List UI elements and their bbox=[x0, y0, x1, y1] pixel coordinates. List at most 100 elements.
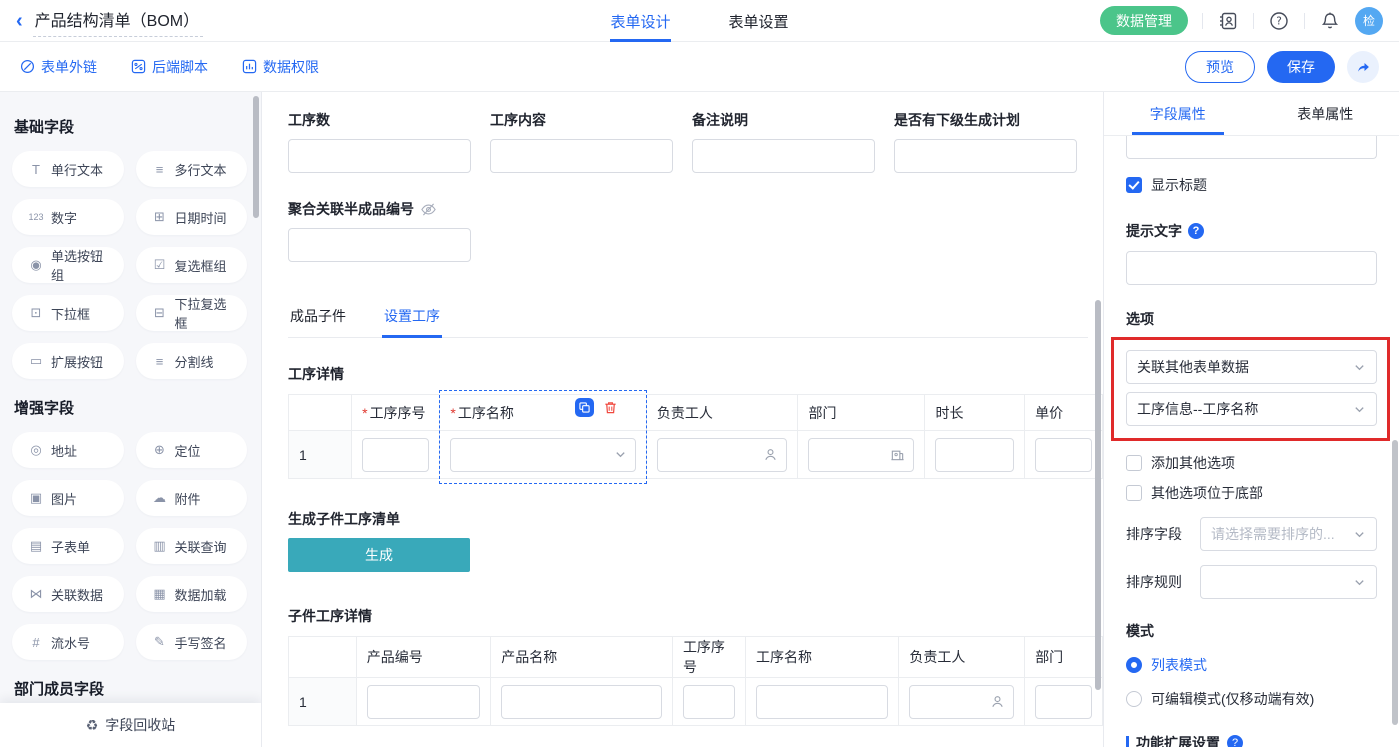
field-type-linked-data[interactable]: ⋈关联数据 bbox=[12, 576, 124, 612]
extension-help-icon[interactable]: ? bbox=[1227, 735, 1243, 747]
field-has-sub-plan[interactable]: 是否有下级生成计划 bbox=[894, 110, 1077, 173]
col-process-no[interactable]: 工序序号 bbox=[672, 637, 745, 678]
field-type-linked-query[interactable]: ▥关联查询 bbox=[136, 528, 248, 564]
field-process-count[interactable]: 工序数 bbox=[288, 110, 471, 173]
tab-set-process[interactable]: 设置工序 bbox=[382, 302, 442, 337]
field-type-attachment[interactable]: ☁附件 bbox=[136, 480, 248, 516]
other-option-bottom-checkbox[interactable]: 其他选项位于底部 bbox=[1126, 483, 1377, 503]
field-type-dropdown[interactable]: ⊡下拉框 bbox=[12, 295, 124, 331]
field-type-radio-group[interactable]: ◉单选按钮组 bbox=[12, 247, 124, 283]
bell-icon[interactable] bbox=[1319, 10, 1341, 32]
add-other-option-checkbox[interactable]: 添加其他选项 bbox=[1126, 453, 1377, 473]
copy-field-button[interactable] bbox=[575, 398, 594, 417]
hint-help-icon[interactable]: ? bbox=[1188, 223, 1204, 239]
field-type-datetime[interactable]: ⊞日期时间 bbox=[136, 199, 248, 235]
field-title-input-clipped[interactable] bbox=[1126, 136, 1377, 159]
worker-picker[interactable] bbox=[909, 685, 1014, 719]
col-process-name[interactable]: *工序名称 bbox=[440, 395, 646, 431]
col-process-name[interactable]: 工序名称 bbox=[745, 637, 898, 678]
preview-button[interactable]: 预览 bbox=[1185, 51, 1255, 83]
save-button[interactable]: 保存 bbox=[1267, 51, 1335, 83]
tab-form-design[interactable]: 表单设计 bbox=[610, 0, 670, 42]
col-product-code[interactable]: 产品编号 bbox=[356, 637, 490, 678]
back-icon[interactable]: ‹ bbox=[16, 11, 23, 31]
product-name-input[interactable] bbox=[501, 685, 662, 719]
col-worker[interactable]: 负责工人 bbox=[646, 395, 798, 431]
contact-book-icon[interactable] bbox=[1217, 10, 1239, 32]
user-avatar[interactable]: 检 bbox=[1355, 7, 1383, 35]
delete-field-button[interactable] bbox=[601, 398, 620, 417]
field-remark[interactable]: 备注说明 bbox=[692, 110, 875, 173]
option-source-select[interactable]: 关联其他表单数据 bbox=[1126, 350, 1377, 384]
tab-form-settings[interactable]: 表单设置 bbox=[729, 0, 789, 42]
col-department[interactable]: 部门 bbox=[798, 395, 925, 431]
field-type-extend-button[interactable]: ▭扩展按钮 bbox=[12, 343, 124, 379]
tab-form-properties[interactable]: 表单属性 bbox=[1252, 92, 1399, 135]
process-name-select[interactable] bbox=[450, 438, 635, 472]
form-external-link[interactable]: 表单外链 bbox=[20, 57, 97, 77]
sidebar-scrollbar[interactable] bbox=[253, 96, 259, 218]
field-type-address[interactable]: ◎地址 bbox=[12, 432, 124, 468]
address-icon: ◎ bbox=[26, 442, 46, 458]
chevron-down-icon bbox=[614, 448, 627, 461]
department-picker[interactable] bbox=[808, 438, 914, 472]
field-type-serial-number[interactable]: #流水号 bbox=[12, 624, 124, 660]
product-code-input[interactable] bbox=[367, 685, 480, 719]
field-recycle-bin[interactable]: ♻ 字段回收站 bbox=[0, 703, 261, 747]
checkbox-unchecked-icon bbox=[1126, 455, 1142, 471]
field-type-image[interactable]: ▣图片 bbox=[12, 480, 124, 516]
canvas-scrollbar[interactable] bbox=[1095, 300, 1101, 690]
panel-scrollbar[interactable] bbox=[1392, 440, 1398, 725]
col-unit-price[interactable]: 单价 bbox=[1025, 395, 1103, 431]
department-picker[interactable] bbox=[1035, 685, 1092, 719]
sort-rule-label: 排序规则 bbox=[1126, 572, 1188, 592]
person-icon bbox=[763, 447, 778, 462]
worker-picker[interactable] bbox=[657, 438, 788, 472]
field-type-number[interactable]: 123数字 bbox=[12, 199, 124, 235]
sort-rule-select[interactable] bbox=[1200, 565, 1377, 599]
sort-field-select[interactable]: 请选择需要排序的... bbox=[1200, 517, 1377, 551]
field-type-data-load[interactable]: ▦数据加载 bbox=[136, 576, 248, 612]
field-type-single-line-text[interactable]: T单行文本 bbox=[12, 151, 124, 187]
unit-price-input[interactable] bbox=[1035, 438, 1092, 472]
field-input[interactable] bbox=[894, 139, 1077, 173]
signature-icon: ✎ bbox=[150, 634, 170, 650]
col-department[interactable]: 部门 bbox=[1025, 637, 1103, 678]
backend-script-link[interactable]: 后端脚本 bbox=[131, 57, 208, 77]
generate-button[interactable]: 生成 bbox=[288, 538, 470, 572]
process-no-input[interactable] bbox=[362, 438, 429, 472]
field-type-multi-dropdown[interactable]: ⊟下拉复选框 bbox=[136, 295, 248, 331]
tab-finished-parts[interactable]: 成品子件 bbox=[288, 302, 348, 337]
field-input[interactable] bbox=[692, 139, 875, 173]
hint-text-input[interactable] bbox=[1126, 251, 1377, 285]
field-type-signature[interactable]: ✎手写签名 bbox=[136, 624, 248, 660]
mode-list-radio[interactable]: 列表模式 bbox=[1126, 655, 1377, 675]
data-permission-link[interactable]: 数据权限 bbox=[242, 57, 319, 77]
field-process-content[interactable]: 工序内容 bbox=[490, 110, 673, 173]
form-title[interactable]: 产品结构清单（BOM） bbox=[33, 5, 203, 37]
show-title-checkbox[interactable]: 显示标题 bbox=[1126, 175, 1377, 195]
field-input[interactable] bbox=[288, 139, 471, 173]
process-name-input[interactable] bbox=[756, 685, 888, 719]
col-duration[interactable]: 时长 bbox=[925, 395, 1025, 431]
field-type-location[interactable]: ⊕定位 bbox=[136, 432, 248, 468]
data-manage-button[interactable]: 数据管理 bbox=[1100, 6, 1188, 35]
option-field-select[interactable]: 工序信息--工序名称 bbox=[1126, 392, 1377, 426]
field-aggregate-code[interactable]: 聚合关联半成品编号 bbox=[288, 199, 471, 262]
tab-field-properties[interactable]: 字段属性 bbox=[1104, 92, 1252, 135]
field-type-multi-line-text[interactable]: ≡多行文本 bbox=[136, 151, 248, 187]
field-input[interactable] bbox=[490, 139, 673, 173]
share-button[interactable] bbox=[1347, 51, 1379, 83]
process-no-input[interactable] bbox=[683, 685, 735, 719]
col-process-no[interactable]: *工序序号 bbox=[352, 395, 440, 431]
col-worker[interactable]: 负责工人 bbox=[899, 637, 1025, 678]
duration-input[interactable] bbox=[935, 438, 1014, 472]
field-type-divider[interactable]: ≡分割线 bbox=[136, 343, 248, 379]
mode-editable-radio[interactable]: 可编辑模式(仅移动端有效) bbox=[1126, 689, 1377, 709]
field-type-subform[interactable]: ▤子表单 bbox=[12, 528, 124, 564]
col-product-name[interactable]: 产品名称 bbox=[491, 637, 673, 678]
field-type-label: 流水号 bbox=[51, 633, 90, 652]
help-icon[interactable]: ? bbox=[1268, 10, 1290, 32]
field-type-checkbox-group[interactable]: ☑复选框组 bbox=[136, 247, 248, 283]
field-input[interactable] bbox=[288, 228, 471, 262]
